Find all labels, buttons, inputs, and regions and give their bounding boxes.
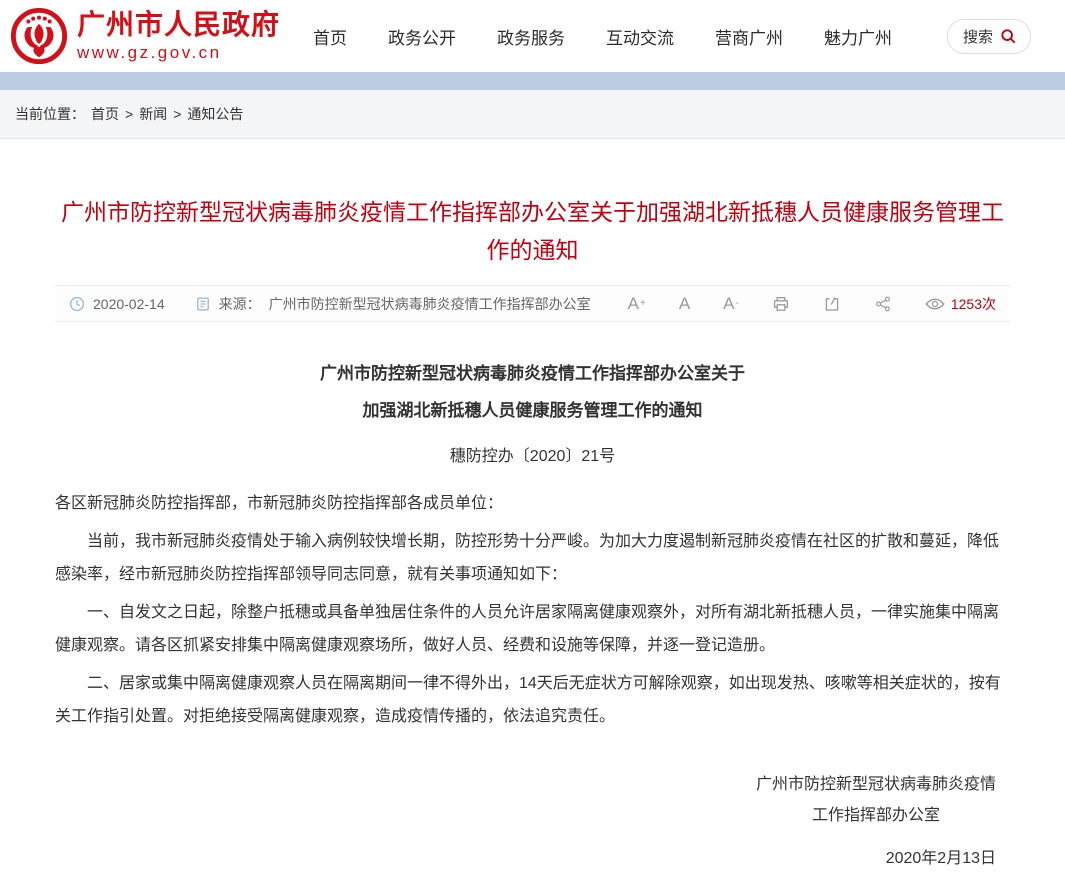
site-title: 广州市人民政府 bbox=[77, 10, 280, 41]
breadcrumb-separator: > bbox=[125, 106, 133, 122]
paragraph-addressee: 各区新冠肺炎防控指挥部，市新冠肺炎防控指挥部各成员单位： bbox=[55, 487, 1010, 520]
nav-item-charm[interactable]: 魅力广州 bbox=[824, 24, 892, 49]
paragraph-intro: 当前，我市新冠肺炎疫情处于输入病例较快增长期，防控形势十分严峻。为加大力度遏制新… bbox=[55, 525, 1010, 591]
font-decrease-button[interactable]: A- bbox=[723, 294, 739, 314]
source-doc-icon bbox=[195, 296, 211, 312]
signature-block: 广州市防控新型冠状病毒肺炎疫情 工作指挥部办公室 2020年2月13日 bbox=[756, 769, 996, 874]
search-button[interactable]: 搜索 bbox=[947, 19, 1031, 54]
gov-emblem-icon bbox=[10, 7, 68, 65]
nav-item-gov-services[interactable]: 政务服务 bbox=[497, 24, 565, 49]
breadcrumb-home[interactable]: 首页 bbox=[91, 104, 119, 124]
font-increase-button[interactable]: A+ bbox=[628, 294, 646, 314]
breadcrumb-prefix: 当前位置： bbox=[15, 104, 85, 124]
main-nav: 首页 政务公开 政务服务 互动交流 营商广州 魅力广州 bbox=[313, 24, 892, 49]
breadcrumb: 当前位置： 首页 > 新闻 > 通知公告 bbox=[0, 90, 1065, 139]
source-label: 来源： bbox=[219, 294, 261, 314]
site-logo[interactable]: 广州市人民政府 www.gz.gov.cn bbox=[10, 7, 280, 65]
search-label: 搜索 bbox=[963, 26, 993, 47]
top-divider-bar bbox=[0, 72, 1065, 90]
document-heading-line2: 加强湖北新抵穗人员健康服务管理工作的通知 bbox=[55, 392, 1010, 429]
site-url: www.gz.gov.cn bbox=[77, 44, 280, 63]
site-header: 广州市人民政府 www.gz.gov.cn 首页 政务公开 政务服务 互动交流 … bbox=[0, 0, 1065, 72]
breadcrumb-notices[interactable]: 通知公告 bbox=[187, 104, 243, 124]
nav-item-home[interactable]: 首页 bbox=[313, 24, 347, 49]
document-heading-line1: 广州市防控新型冠状病毒肺炎疫情工作指挥部办公室关于 bbox=[55, 355, 1010, 392]
document-heading: 广州市防控新型冠状病毒肺炎疫情工作指挥部办公室关于 加强湖北新抵穗人员健康服务管… bbox=[55, 355, 1010, 429]
nav-item-gov-disclosure[interactable]: 政务公开 bbox=[388, 24, 456, 49]
share-nodes-icon[interactable] bbox=[874, 295, 892, 313]
export-share-icon[interactable] bbox=[823, 295, 841, 313]
paragraph-item-2: 二、居家或集中隔离健康观察人员在隔离期间一律不得外出，14天后无症状方可解除观察… bbox=[55, 667, 1010, 733]
breadcrumb-separator: > bbox=[173, 106, 181, 122]
nav-item-business[interactable]: 营商广州 bbox=[715, 24, 783, 49]
eye-icon bbox=[925, 297, 945, 311]
clock-icon bbox=[69, 296, 85, 312]
breadcrumb-news[interactable]: 新闻 bbox=[139, 104, 167, 124]
print-icon[interactable] bbox=[772, 295, 790, 313]
view-count: 1253次 bbox=[951, 294, 996, 314]
article-meta-bar: 2020-02-14 来源： 广州市防控新型冠状病毒肺炎疫情工作指挥部办公室 A+… bbox=[55, 285, 1010, 322]
article-meta-tools: A+ A A- bbox=[628, 294, 996, 314]
signature-date: 2020年2月13日 bbox=[756, 843, 996, 874]
signature-line2: 工作指挥部办公室 bbox=[756, 800, 996, 831]
search-icon bbox=[1000, 28, 1017, 45]
font-reset-button[interactable]: A bbox=[679, 294, 690, 314]
article-meta-left: 2020-02-14 来源： 广州市防控新型冠状病毒肺炎疫情工作指挥部办公室 bbox=[69, 294, 591, 314]
paragraph-item-1: 一、自发文之日起，除整户抵穗或具备单独居住条件的人员允许居家隔离健康观察外，对所… bbox=[55, 596, 1010, 662]
nav-item-interaction[interactable]: 互动交流 bbox=[606, 24, 674, 49]
page-title: 广州市防控新型冠状病毒肺炎疫情工作指挥部办公室关于加强湖北新抵穗人员健康服务管理… bbox=[55, 193, 1010, 269]
view-counter: 1253次 bbox=[925, 294, 996, 314]
source-value: 广州市防控新型冠状病毒肺炎疫情工作指挥部办公室 bbox=[269, 294, 591, 314]
document-number: 穗防控办〔2020〕21号 bbox=[55, 442, 1010, 466]
signature-line1: 广州市防控新型冠状病毒肺炎疫情 bbox=[756, 769, 996, 800]
article-page: 广州市防控新型冠状病毒肺炎疫情工作指挥部办公室关于加强湖北新抵穗人员健康服务管理… bbox=[0, 193, 1065, 874]
document-body: 各区新冠肺炎防控指挥部，市新冠肺炎防控指挥部各成员单位： 当前，我市新冠肺炎疫情… bbox=[55, 487, 1010, 733]
publish-date: 2020-02-14 bbox=[93, 296, 165, 312]
